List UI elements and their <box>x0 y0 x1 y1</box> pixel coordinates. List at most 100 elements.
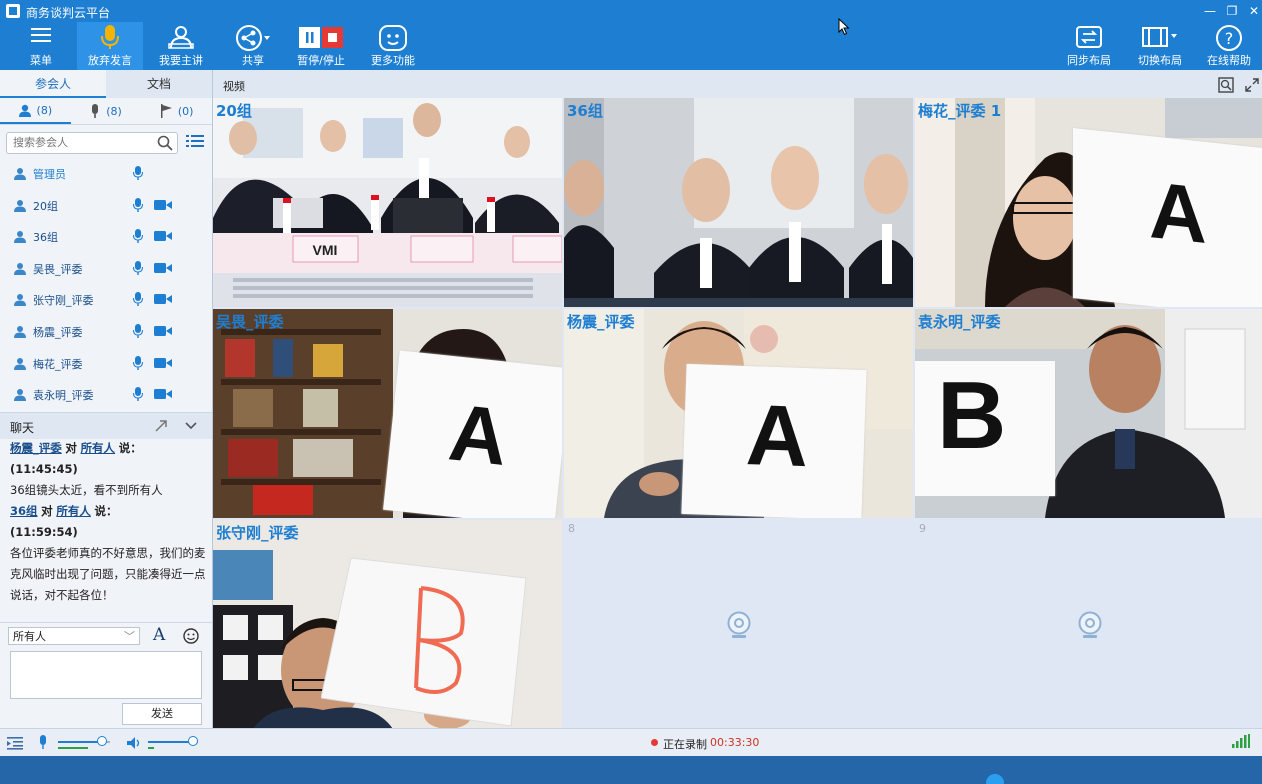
minimize-icon[interactable]: — <box>1200 2 1220 20</box>
filter-all-participants[interactable]: (8) <box>0 98 71 124</box>
chat-compose: 所有人 ﹀ A 发送 <box>0 622 212 729</box>
microphone-icon[interactable] <box>133 387 143 402</box>
microphone-icon[interactable] <box>133 323 143 338</box>
video-tile[interactable]: 36组 <box>564 98 913 307</box>
recording-dot-icon <box>651 739 658 746</box>
search-icon[interactable] <box>157 135 173 151</box>
participant-search-input[interactable] <box>7 133 159 151</box>
message-sender[interactable]: 36组 <box>10 504 38 518</box>
participant-row[interactable]: 吴畏_评委 <box>0 253 212 285</box>
chat-input[interactable] <box>10 651 202 699</box>
switch-layout-label: 切换布局 <box>1138 54 1182 67</box>
emoji-icon[interactable] <box>183 628 199 644</box>
online-help-button[interactable]: ? 在线帮助 <box>1204 22 1254 70</box>
filter-hands-raised[interactable]: (0) <box>141 98 212 124</box>
vote-card: B <box>915 361 1055 496</box>
microphone-icon[interactable] <box>133 229 143 244</box>
camera-icon[interactable] <box>154 262 172 274</box>
taskbar-app-icon[interactable] <box>986 774 1004 784</box>
mic-volume-slider[interactable] <box>58 736 110 746</box>
participant-row[interactable]: 袁永明_评委 <box>0 379 212 411</box>
camera-icon[interactable] <box>154 293 172 305</box>
microphone-icon[interactable] <box>133 292 143 307</box>
vote-letter: B <box>937 362 1007 469</box>
microphone-icon[interactable] <box>38 735 48 750</box>
close-icon[interactable]: ✕ <box>1244 2 1262 20</box>
video-header: 视频 <box>213 70 1262 98</box>
zoom-fit-icon[interactable] <box>1218 77 1234 93</box>
vote-letter: A <box>444 387 512 482</box>
participant-row[interactable]: 20组 <box>0 190 212 222</box>
mic-volume-fill <box>58 741 103 743</box>
user-icon <box>14 325 26 338</box>
microphone-icon[interactable] <box>133 355 143 370</box>
give-up-speaking-label: 放弃发言 <box>88 54 132 67</box>
font-style-icon[interactable]: A <box>153 625 165 645</box>
chat-title: 聊天 <box>10 421 35 435</box>
camera-icon[interactable] <box>154 325 172 337</box>
menu-label: 菜单 <box>30 54 52 67</box>
recipient-value: 所有人 <box>13 630 46 643</box>
recording-elapsed: 00:33:30 <box>710 736 760 749</box>
user-icon <box>14 389 26 402</box>
participant-row[interactable]: 管理员 <box>0 158 212 190</box>
menu-button[interactable]: 菜单 <box>20 22 62 70</box>
participant-row[interactable]: 张守刚_评委 <box>0 284 212 316</box>
microphone-icon[interactable] <box>133 197 143 212</box>
tab-documents[interactable]: 文档 <box>106 70 212 98</box>
present-label: 我要主讲 <box>159 54 203 67</box>
restore-icon[interactable]: ❐ <box>1222 2 1242 20</box>
video-grid: VMI 20组 36组 A 梅花_评委 1 A 吴畏_评委 A 杨震_评委 B … <box>213 98 1262 729</box>
recipient-select[interactable]: 所有人 ﹀ <box>8 627 140 645</box>
speaker-volume-slider[interactable] <box>148 736 198 746</box>
popout-icon[interactable] <box>154 419 168 433</box>
video-tile[interactable]: VMI 20组 <box>213 98 562 307</box>
flag-icon <box>160 104 172 118</box>
microphone-icon[interactable] <box>133 166 143 180</box>
empty-video-tile[interactable]: 8 <box>564 520 913 729</box>
participant-row[interactable]: 36组 <box>0 221 212 253</box>
empty-video-tile[interactable]: 9 <box>915 520 1262 729</box>
video-tile[interactable]: 张守刚_评委 <box>213 520 562 729</box>
svg-text:?: ? <box>1225 29 1234 48</box>
camera-icon[interactable] <box>154 199 172 211</box>
list-view-icon[interactable] <box>186 134 204 148</box>
send-button[interactable]: 发送 <box>122 703 202 725</box>
chevron-down-icon: ﹀ <box>124 630 135 643</box>
switch-layout-button[interactable]: 切换布局 <box>1132 22 1188 70</box>
share-button[interactable]: 共享 <box>232 22 274 70</box>
participant-row[interactable]: 杨震_评委 <box>0 316 212 348</box>
status-bar: 正在录制 00:33:30 <box>0 728 1262 757</box>
more-functions-button[interactable]: 更多功能 <box>368 22 418 70</box>
video-tile[interactable]: B 袁永明_评委 <box>915 309 1262 518</box>
speaker-level-meter <box>148 747 154 749</box>
camera-icon[interactable] <box>154 388 172 400</box>
give-up-speaking-button[interactable]: 放弃发言 <box>77 22 143 70</box>
video-tile[interactable]: A 吴畏_评委 <box>213 309 562 518</box>
message-sender[interactable]: 杨震_评委 <box>10 441 62 455</box>
camera-icon[interactable] <box>154 357 172 369</box>
filter-speakers[interactable]: (8) <box>71 98 142 124</box>
participant-row[interactable]: 梅花_评委 <box>0 348 212 380</box>
list-settings-icon[interactable] <box>7 736 23 750</box>
message-target[interactable]: 所有人 <box>56 504 91 518</box>
sync-layout-button[interactable]: 同步布局 <box>1064 22 1114 70</box>
vote-card: A <box>681 363 867 518</box>
present-button[interactable]: 我要主讲 <box>152 22 210 70</box>
tab-participants[interactable]: 参会人 <box>0 70 106 98</box>
tile-name: 吴畏_评委 <box>216 313 284 331</box>
message-target[interactable]: 所有人 <box>81 441 116 455</box>
left-panel: 参会人 文档 (8) (8) (0) 管理员 20组 <box>0 70 213 728</box>
sync-layout-icon <box>1076 26 1102 48</box>
chevron-down-icon[interactable] <box>184 420 198 432</box>
speaker-volume-handle[interactable] <box>188 736 198 746</box>
mic-volume-handle[interactable] <box>97 736 108 746</box>
pause-stop-button[interactable]: 暂停/停止 <box>292 22 350 70</box>
speaker-icon[interactable] <box>126 736 142 750</box>
microphone-icon[interactable] <box>133 260 143 275</box>
fullscreen-icon[interactable] <box>1244 77 1260 93</box>
video-tile[interactable]: A 杨震_评委 <box>564 309 913 518</box>
recording-status: 正在录制 <box>663 738 707 751</box>
camera-icon[interactable] <box>154 230 172 242</box>
video-tile[interactable]: A 梅花_评委 1 <box>915 98 1262 307</box>
